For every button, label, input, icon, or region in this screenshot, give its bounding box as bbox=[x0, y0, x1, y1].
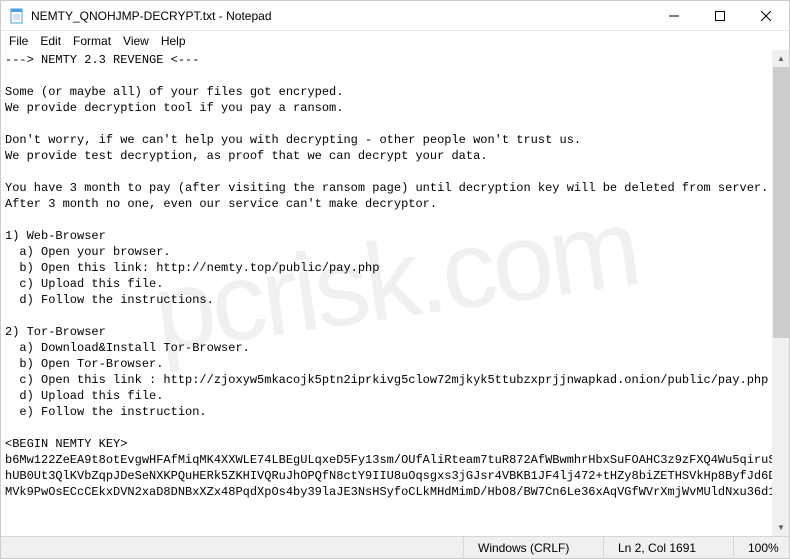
scroll-down-icon[interactable]: ▼ bbox=[773, 519, 789, 536]
status-cursor-position: Ln 2, Col 1691 bbox=[603, 537, 733, 558]
minimize-button[interactable] bbox=[651, 1, 697, 30]
menu-format[interactable]: Format bbox=[67, 33, 117, 49]
statusbar: Windows (CRLF) Ln 2, Col 1691 100% bbox=[1, 536, 789, 558]
scrollbar-thumb[interactable] bbox=[773, 67, 789, 338]
titlebar: NEMTY_QNOHJMP-DECRYPT.txt - Notepad bbox=[1, 1, 789, 31]
menu-view[interactable]: View bbox=[117, 33, 155, 49]
status-spacer bbox=[1, 537, 463, 558]
notepad-icon bbox=[9, 8, 25, 24]
status-line-ending: Windows (CRLF) bbox=[463, 537, 603, 558]
status-zoom: 100% bbox=[733, 537, 789, 558]
maximize-button[interactable] bbox=[697, 1, 743, 30]
menubar: File Edit Format View Help bbox=[1, 31, 789, 50]
text-editor[interactable]: ---> NEMTY 2.3 REVENGE <--- Some (or may… bbox=[1, 50, 789, 536]
vertical-scrollbar[interactable]: ▲ ▼ bbox=[772, 50, 789, 536]
menu-edit[interactable]: Edit bbox=[34, 33, 67, 49]
menu-file[interactable]: File bbox=[3, 33, 34, 49]
close-button[interactable] bbox=[743, 1, 789, 30]
menu-help[interactable]: Help bbox=[155, 33, 192, 49]
window-title: NEMTY_QNOHJMP-DECRYPT.txt - Notepad bbox=[31, 9, 272, 23]
window-controls bbox=[651, 1, 789, 30]
scrollbar-track[interactable] bbox=[773, 67, 789, 519]
scroll-up-icon[interactable]: ▲ bbox=[773, 50, 789, 67]
document-text[interactable]: ---> NEMTY 2.3 REVENGE <--- Some (or may… bbox=[1, 50, 789, 502]
